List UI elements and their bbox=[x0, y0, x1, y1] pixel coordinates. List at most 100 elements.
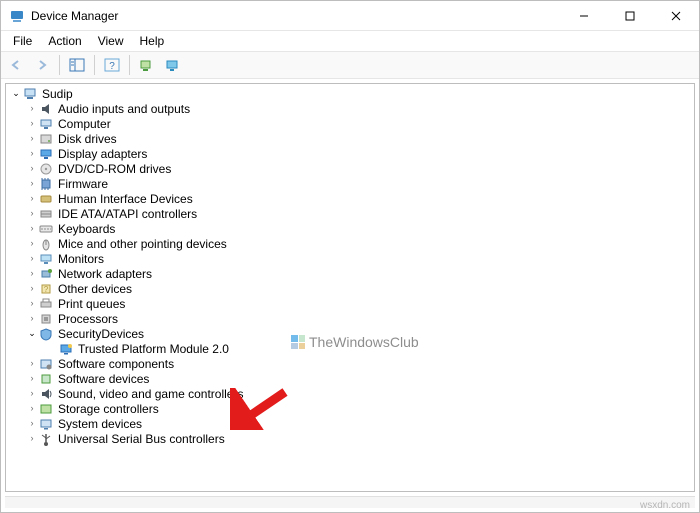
tree-item-label: Disk drives bbox=[58, 132, 121, 146]
tree-item-label: DVD/CD-ROM drives bbox=[58, 162, 175, 176]
client-area: ⌄Sudip › Audio inputs and outputs › Computer… bbox=[1, 79, 699, 512]
chevron-right-icon[interactable]: › bbox=[26, 404, 38, 413]
hid-icon bbox=[38, 192, 54, 206]
chevron-right-icon[interactable]: › bbox=[26, 299, 38, 308]
menu-help[interactable]: Help bbox=[132, 32, 173, 50]
tree-item-other[interactable]: ›?Other devices bbox=[8, 281, 692, 296]
chevron-right-icon[interactable]: › bbox=[26, 194, 38, 203]
menu-file[interactable]: File bbox=[5, 32, 40, 50]
menu-action[interactable]: Action bbox=[40, 32, 89, 50]
tree-item-label: Audio inputs and outputs bbox=[58, 102, 194, 116]
titlebar[interactable]: Device Manager bbox=[1, 1, 699, 31]
chevron-right-icon[interactable]: › bbox=[26, 179, 38, 188]
tree-item-label: SecurityDevices bbox=[58, 327, 148, 341]
tree-item-security[interactable]: ⌄ SecurityDevices bbox=[8, 326, 692, 341]
mouse-icon bbox=[38, 237, 54, 251]
chevron-right-icon[interactable]: › bbox=[26, 119, 38, 128]
chevron-right-icon[interactable]: › bbox=[26, 419, 38, 428]
help-button[interactable]: ? bbox=[101, 54, 123, 76]
system-icon bbox=[38, 417, 54, 431]
tree-item-firmware[interactable]: ›Firmware bbox=[8, 176, 692, 191]
tree-item-label: Network adapters bbox=[58, 267, 156, 281]
chevron-down-icon[interactable]: ⌄ bbox=[10, 89, 22, 98]
tree-item-label: Keyboards bbox=[58, 222, 119, 236]
chevron-right-icon[interactable]: › bbox=[26, 149, 38, 158]
chevron-right-icon[interactable]: › bbox=[26, 134, 38, 143]
swcomp-icon bbox=[38, 357, 54, 371]
optical-icon bbox=[38, 162, 54, 176]
tree-item-label: Monitors bbox=[58, 252, 108, 266]
tree-item-hid[interactable]: ›Human Interface Devices bbox=[8, 191, 692, 206]
forward-button[interactable] bbox=[31, 54, 53, 76]
tree-item-label: Display adapters bbox=[58, 147, 151, 161]
tree-item-audio[interactable]: › Audio inputs and outputs bbox=[8, 101, 692, 116]
toolbar-separator bbox=[129, 55, 130, 75]
tree-item-label: Computer bbox=[58, 117, 115, 131]
tree-item-cpu[interactable]: ›Processors bbox=[8, 311, 692, 326]
tree-item-system[interactable]: › System devices bbox=[8, 416, 692, 431]
chevron-right-icon[interactable]: › bbox=[26, 224, 38, 233]
chevron-down-icon[interactable]: ⌄ bbox=[26, 329, 38, 338]
tree-item-network[interactable]: › Network adapters bbox=[8, 266, 692, 281]
chevron-right-icon[interactable]: › bbox=[26, 269, 38, 278]
show-hide-tree-button[interactable] bbox=[66, 54, 88, 76]
chip-icon bbox=[38, 177, 54, 191]
tree-item-ide[interactable]: ›IDE ATA/ATAPI controllers bbox=[8, 206, 692, 221]
tree-item-keyboard[interactable]: › Keyboards bbox=[8, 221, 692, 236]
tree-item-usb[interactable]: › Universal Serial Bus controllers bbox=[8, 431, 692, 446]
chevron-right-icon[interactable]: › bbox=[26, 239, 38, 248]
chevron-right-icon[interactable]: › bbox=[26, 359, 38, 368]
swdev-icon bbox=[38, 372, 54, 386]
chevron-right-icon[interactable]: › bbox=[26, 209, 38, 218]
computer-icon bbox=[38, 117, 54, 131]
close-button[interactable] bbox=[653, 1, 699, 30]
scan-hardware-button[interactable] bbox=[136, 54, 158, 76]
chevron-right-icon[interactable]: › bbox=[26, 104, 38, 113]
tree-item-label: Universal Serial Bus controllers bbox=[58, 432, 229, 446]
other-icon: ? bbox=[38, 282, 54, 296]
tree-item-computer[interactable]: › Computer bbox=[8, 116, 692, 131]
toolbar-separator bbox=[59, 55, 60, 75]
ide-icon bbox=[38, 207, 54, 221]
menu-view[interactable]: View bbox=[90, 32, 132, 50]
disk-icon bbox=[38, 132, 54, 146]
devices-and-printers-button[interactable] bbox=[162, 54, 184, 76]
tree-item-storage[interactable]: ›Storage controllers bbox=[8, 401, 692, 416]
sound-icon bbox=[38, 387, 54, 401]
menubar: File Action View Help bbox=[1, 31, 699, 51]
chevron-right-icon[interactable]: › bbox=[26, 434, 38, 443]
source-credit: wsxdn.com bbox=[640, 500, 690, 511]
chevron-right-icon[interactable]: › bbox=[26, 314, 38, 323]
keyboard-icon bbox=[38, 222, 54, 236]
maximize-button[interactable] bbox=[607, 1, 653, 30]
print-icon bbox=[38, 297, 54, 311]
tree-item-monitor[interactable]: › Monitors bbox=[8, 251, 692, 266]
tree-item-label: System devices bbox=[58, 417, 146, 431]
chevron-right-icon[interactable]: › bbox=[26, 374, 38, 383]
chevron-right-icon[interactable]: › bbox=[26, 254, 38, 263]
speaker-icon bbox=[38, 102, 54, 116]
tree-item-swdev[interactable]: ›Software devices bbox=[8, 371, 692, 386]
chevron-right-icon[interactable]: › bbox=[26, 389, 38, 398]
svg-text:?: ? bbox=[109, 61, 115, 72]
tree-item-tpm[interactable]: Trusted Platform Module 2.0 bbox=[8, 341, 692, 356]
back-button[interactable] bbox=[5, 54, 27, 76]
tree-item-swcomp[interactable]: ›Software components bbox=[8, 356, 692, 371]
toolbar-separator bbox=[94, 55, 95, 75]
tree-item-sound[interactable]: › Sound, video and game controllers bbox=[8, 386, 692, 401]
tree-item-root[interactable]: ⌄Sudip bbox=[8, 86, 692, 101]
chevron-right-icon[interactable]: › bbox=[26, 164, 38, 173]
tree-item-print[interactable]: ›Print queues bbox=[8, 296, 692, 311]
device-tree[interactable]: ⌄Sudip › Audio inputs and outputs › Computer… bbox=[5, 83, 695, 492]
window-root: Device Manager File Action View Help ? ⌄… bbox=[0, 0, 700, 513]
tree-item-display[interactable]: › Display adapters bbox=[8, 146, 692, 161]
storage-icon bbox=[38, 402, 54, 416]
minimize-button[interactable] bbox=[561, 1, 607, 30]
monitor-icon bbox=[38, 252, 54, 266]
tree-item-mouse[interactable]: ›Mice and other pointing devices bbox=[8, 236, 692, 251]
tree-item-label: Sound, video and game controllers bbox=[58, 387, 247, 401]
tree-item-disk[interactable]: › Disk drives bbox=[8, 131, 692, 146]
toolbar: ? bbox=[1, 51, 699, 79]
tree-item-dvd[interactable]: › DVD/CD-ROM drives bbox=[8, 161, 692, 176]
chevron-right-icon[interactable]: › bbox=[26, 284, 38, 293]
